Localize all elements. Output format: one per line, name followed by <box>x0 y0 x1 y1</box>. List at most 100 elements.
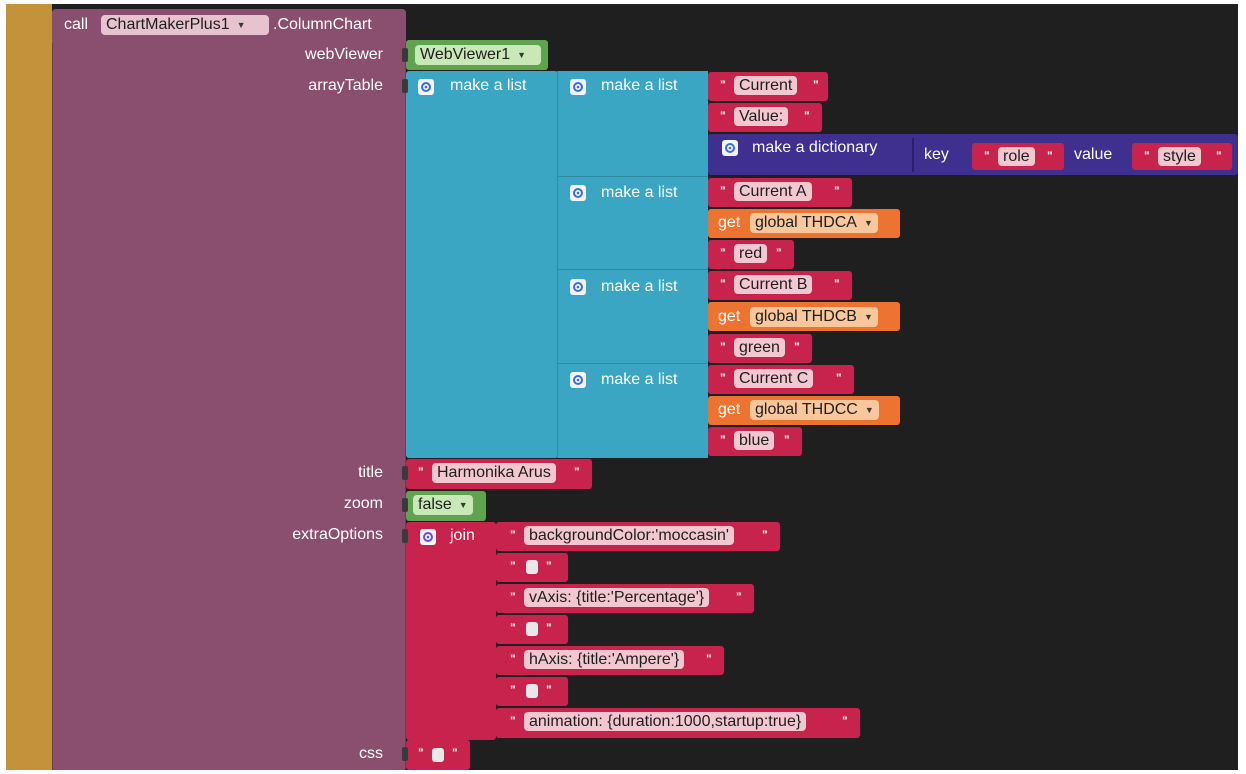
quote-mark: " <box>836 371 842 385</box>
mutator-gear-icon[interactable] <box>722 140 738 156</box>
text-field[interactable]: animation: {duration:1000,startup:true} <box>524 712 807 731</box>
webviewer-dropdown[interactable]: WebViewer1 ▼ <box>415 45 541 65</box>
socket-notch <box>402 48 408 62</box>
quote-mark: " <box>720 78 726 92</box>
chevron-down-icon: ▼ <box>863 218 873 228</box>
join-block[interactable] <box>406 522 496 740</box>
text-field[interactable]: Value: <box>734 107 789 126</box>
socket-notch <box>402 466 408 480</box>
text-field[interactable]: vAxis: {title:'Percentage'} <box>524 588 710 607</box>
quote-mark: " <box>574 465 580 479</box>
text-field[interactable]: blue <box>734 431 775 450</box>
quote-mark: " <box>418 746 424 760</box>
param-webviewer-label: webViewer <box>305 46 383 63</box>
pair-value-label: value <box>1074 146 1113 163</box>
call-procedure-block[interactable] <box>52 9 406 770</box>
text-field[interactable]: Current <box>734 76 798 95</box>
mutator-gear-icon[interactable] <box>418 79 434 95</box>
make-list-label: make a list <box>601 278 678 295</box>
get-label: get <box>718 401 741 418</box>
webviewer-dropdown-value: WebViewer1 <box>420 46 511 63</box>
quote-mark: " <box>794 340 800 354</box>
quote-mark: " <box>1216 149 1222 163</box>
quote-mark: " <box>706 652 712 666</box>
quote-mark: " <box>720 246 726 260</box>
get-label: get <box>718 308 741 325</box>
list-divider <box>558 176 708 177</box>
param-css-label: css <box>359 745 383 762</box>
empty-text-field[interactable] <box>526 622 538 636</box>
quote-mark: " <box>1144 149 1150 163</box>
socket-notch <box>402 498 408 512</box>
chevron-down-icon: ▼ <box>236 20 246 30</box>
get-label: get <box>718 214 741 231</box>
make-list-label: make a list <box>601 77 678 94</box>
quote-mark: " <box>736 590 742 604</box>
quote-mark: " <box>720 277 726 291</box>
quote-mark: " <box>834 184 840 198</box>
quote-mark: " <box>762 528 768 542</box>
mutator-gear-icon[interactable] <box>420 529 436 545</box>
quote-mark: " <box>720 184 726 198</box>
chevron-down-icon: ▼ <box>863 312 873 322</box>
quote-mark: " <box>510 652 516 666</box>
title-text-field[interactable]: Harmonika Arus <box>432 463 556 483</box>
text-field[interactable]: Current C <box>734 369 814 388</box>
text-field[interactable]: green <box>734 338 785 357</box>
variable-dropdown[interactable]: global THDCB ▼ <box>750 307 878 327</box>
variable-dropdown[interactable]: global THDCA ▼ <box>750 213 878 233</box>
mutator-gear-icon[interactable] <box>570 185 586 201</box>
quote-mark: " <box>510 528 516 542</box>
make-list-label: make a list <box>601 184 678 201</box>
mutator-gear-icon[interactable] <box>570 372 586 388</box>
inner-lists-column <box>558 71 708 458</box>
mutator-gear-icon[interactable] <box>570 279 586 295</box>
outer-make-list-block[interactable] <box>406 71 558 458</box>
chevron-down-icon: ▼ <box>864 405 874 415</box>
param-arraytable-label: arrayTable <box>308 77 383 94</box>
text-field[interactable]: Current B <box>734 275 813 294</box>
component-dropdown[interactable]: ChartMakerPlus1 ▼ <box>101 15 269 35</box>
chevron-down-icon: ▼ <box>517 50 527 60</box>
blocks-workspace[interactable]: call ChartMakerPlus1 ▼ .ColumnChart webV… <box>6 4 1238 770</box>
join-label: join <box>450 527 475 544</box>
quote-mark: " <box>546 683 552 697</box>
quote-mark: " <box>546 621 552 635</box>
workspace-gutter <box>6 4 52 770</box>
mutator-gear-icon[interactable] <box>570 79 586 95</box>
make-list-label: make a list <box>601 371 678 388</box>
make-dictionary-label: make a dictionary <box>752 139 878 156</box>
text-field[interactable]: style <box>1158 147 1201 166</box>
quote-mark: " <box>842 714 848 728</box>
quote-mark: " <box>813 78 819 92</box>
text-field[interactable]: backgroundColor:'moccasin' <box>524 526 734 545</box>
zoom-dropdown[interactable]: false ▼ <box>413 495 473 515</box>
outer-make-list-label: make a list <box>450 77 527 94</box>
chevron-down-icon: ▼ <box>458 500 468 510</box>
text-field[interactable]: red <box>734 244 768 263</box>
text-field[interactable]: Current A <box>734 182 812 201</box>
text-field[interactable]: hAxis: {title:'Ampere'} <box>524 650 685 669</box>
quote-mark: " <box>804 109 810 123</box>
quote-mark: " <box>546 559 552 573</box>
socket-notch <box>402 529 408 543</box>
quote-mark: " <box>1047 149 1053 163</box>
param-zoom-label: zoom <box>343 495 383 512</box>
quote-mark: " <box>720 433 726 447</box>
quote-mark: " <box>510 590 516 604</box>
quote-mark: " <box>510 559 516 573</box>
empty-text-field[interactable] <box>526 560 538 574</box>
quote-mark: " <box>720 340 726 354</box>
quote-mark: " <box>452 746 458 760</box>
pair-key-label: key <box>924 146 949 163</box>
text-field[interactable]: role <box>998 147 1035 166</box>
component-dropdown-value: ChartMakerPlus1 <box>106 16 230 33</box>
empty-text-field[interactable] <box>526 684 538 698</box>
socket-notch <box>402 79 408 93</box>
quote-mark: " <box>510 683 516 697</box>
list-divider <box>558 363 708 364</box>
quote-mark: " <box>784 433 790 447</box>
empty-text-field[interactable] <box>432 748 444 762</box>
variable-dropdown[interactable]: global THDCC ▼ <box>750 400 879 420</box>
quote-mark: " <box>834 277 840 291</box>
